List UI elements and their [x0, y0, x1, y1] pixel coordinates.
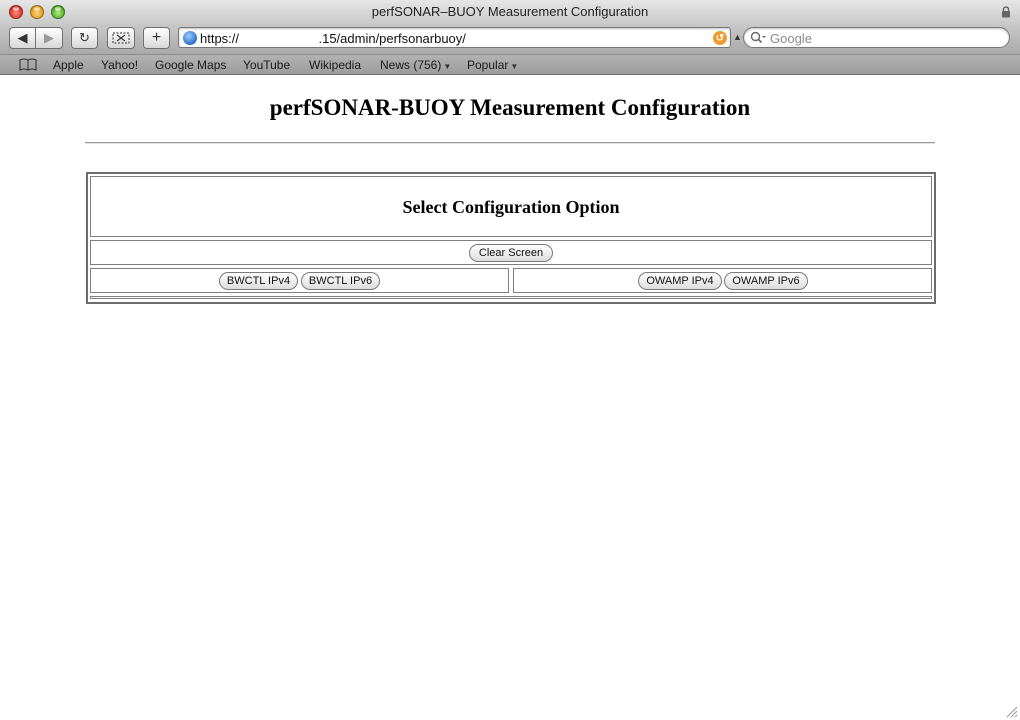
- address-bar-menu-icon[interactable]: ▲: [733, 32, 742, 42]
- owamp-cell: OWAMP IPv4 OWAMP IPv6: [513, 268, 932, 293]
- bookmarks-book-icon[interactable]: [19, 58, 37, 71]
- bwctl-ipv6-button[interactable]: BWCTL IPv6: [301, 272, 380, 290]
- bwctl-cell: BWCTL IPv4 BWCTL IPv6: [90, 268, 509, 293]
- bookmark-google-maps[interactable]: Google Maps: [155, 58, 226, 72]
- search-field[interactable]: Google: [743, 27, 1010, 48]
- page-content: perfSONAR-BUOY Measurement Configuration…: [1, 76, 1019, 719]
- bookmark-wikipedia[interactable]: Wikipedia: [309, 58, 361, 72]
- search-placeholder: Google: [770, 31, 812, 46]
- globe-icon: [183, 31, 197, 45]
- browser-toolbar: ◀ ▶ ↻ + https:// .15/admin/perfsonarbuoy…: [0, 24, 1020, 55]
- chevron-down-icon: ▼: [443, 62, 452, 71]
- address-bar-url[interactable]: https:// .15/admin/perfsonarbuoy/: [200, 31, 466, 46]
- horizontal-rule: [85, 142, 935, 144]
- reload-icon: ↻: [79, 30, 90, 45]
- back-button[interactable]: ◀: [9, 27, 36, 49]
- title-bar: perfSONAR–BUOY Measurement Configuration: [0, 0, 1020, 24]
- bookmark-yahoo[interactable]: Yahoo!: [101, 58, 138, 72]
- window-title: perfSONAR–BUOY Measurement Configuration: [371, 4, 649, 19]
- configuration-table: Select Configuration Option Clear Screen…: [86, 172, 936, 304]
- bookmarks-bar: Apple Yahoo! Google Maps YouTube Wikiped…: [0, 55, 1020, 75]
- bookmark-popular-label: Popular: [467, 58, 509, 72]
- config-heading-cell: Select Configuration Option: [90, 176, 932, 237]
- lock-icon: [1002, 6, 1010, 18]
- owamp-ipv6-button[interactable]: OWAMP IPv6: [724, 272, 808, 290]
- empty-bottom-cell: [90, 296, 932, 299]
- browser-window: perfSONAR–BUOY Measurement Configuration…: [0, 0, 1020, 720]
- bookmark-popular-folder[interactable]: Popular ▼: [467, 58, 518, 72]
- bwctl-ipv4-button[interactable]: BWCTL IPv4: [219, 272, 298, 290]
- add-bookmark-icon: +: [151, 29, 162, 46]
- back-arrow-icon: ◀: [17, 30, 28, 45]
- snip-icon: [112, 32, 130, 44]
- bookmark-apple[interactable]: Apple: [53, 58, 84, 72]
- resize-grip-icon[interactable]: [1006, 706, 1018, 718]
- snip-button[interactable]: [107, 27, 135, 49]
- forward-button[interactable]: ▶: [36, 27, 63, 49]
- chevron-down-icon: ▼: [510, 62, 519, 71]
- search-icon: [750, 31, 766, 44]
- bookmark-news-label: News (756): [380, 58, 442, 72]
- add-bookmark-button[interactable]: +: [143, 27, 170, 49]
- address-bar[interactable]: https:// .15/admin/perfsonarbuoy/ ↺: [178, 27, 731, 48]
- clear-screen-button[interactable]: Clear Screen: [469, 244, 553, 262]
- clear-row-cell: Clear Screen: [90, 240, 932, 265]
- page-title: perfSONAR-BUOY Measurement Configuration: [269, 95, 751, 120]
- bookmark-news-folder[interactable]: News (756) ▼: [380, 58, 451, 72]
- forward-arrow-icon: ▶: [44, 30, 54, 45]
- rss-icon[interactable]: ↺: [713, 31, 727, 45]
- owamp-ipv4-button[interactable]: OWAMP IPv4: [638, 272, 722, 290]
- reload-button[interactable]: ↻: [71, 27, 98, 49]
- bookmark-youtube[interactable]: YouTube: [243, 58, 290, 72]
- config-heading: Select Configuration Option: [402, 197, 620, 217]
